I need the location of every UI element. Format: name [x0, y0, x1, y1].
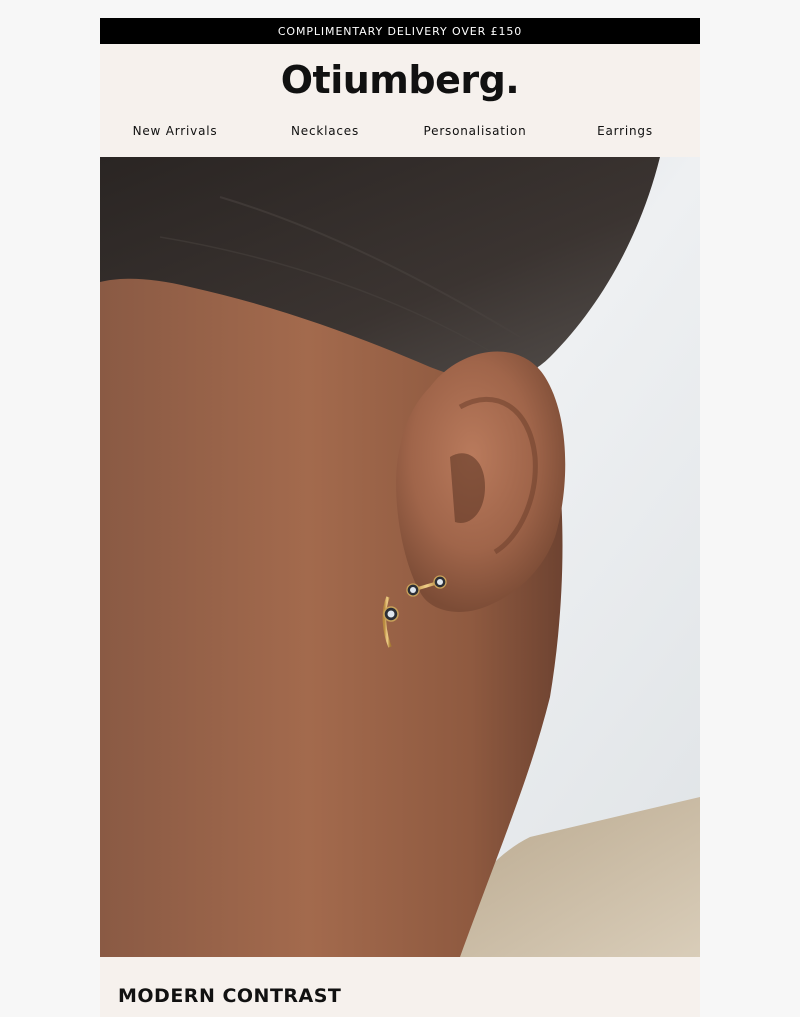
email-container: COMPLIMENTARY DELIVERY OVER £150 Otiumbe…	[100, 18, 700, 1017]
announcement-text: COMPLIMENTARY DELIVERY OVER £150	[277, 24, 523, 38]
announcement-bar: COMPLIMENTARY DELIVERY OVER £150	[100, 18, 700, 44]
nav-item-necklaces[interactable]: Necklaces	[250, 124, 400, 138]
hero-image[interactable]	[100, 157, 700, 957]
nav-item-personalisation[interactable]: Personalisation	[400, 124, 550, 138]
nav-item-new-arrivals[interactable]: New Arrivals	[100, 124, 250, 138]
section-title: MODERN CONTRAST	[118, 985, 342, 1007]
nav-item-earrings[interactable]: Earrings	[550, 124, 700, 138]
content-section: MODERN CONTRAST	[100, 957, 700, 1017]
main-nav: New Arrivals Necklaces Personalisation E…	[100, 124, 700, 138]
brand-logo[interactable]: Otiumberg.	[100, 58, 700, 102]
email-header: Otiumberg. New Arrivals Necklaces Person…	[100, 44, 700, 157]
